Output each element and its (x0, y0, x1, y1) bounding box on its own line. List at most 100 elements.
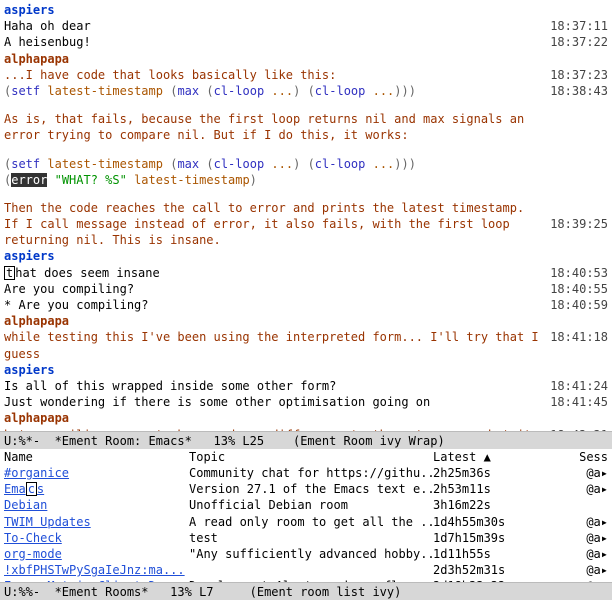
room-row[interactable]: DebianUnofficial Debian room3h16m22s (4, 497, 608, 513)
message-text: Then the code reaches the call to error … (4, 200, 548, 216)
room-row[interactable]: !xbfPHSTwPySgaIeJnz:ma... 2d3h52m31s@a▸ (4, 562, 608, 578)
chat-line: aspiers (4, 248, 608, 264)
modeline-rooms: U:%%- *Ement Rooms* 13% L7 (Ement room l… (0, 582, 612, 600)
room-row[interactable]: TWIM UpdatesA read only room to get all … (4, 514, 608, 530)
room-latest: 2d3h52m31s (433, 562, 578, 578)
nick-aspiers: aspiers (4, 363, 55, 377)
message-text: byte-compiling seems to have made no dif… (4, 427, 548, 432)
room-topic: Community chat for https://githu... (189, 465, 433, 481)
message-text: A heisenbug! (4, 34, 548, 50)
room-topic: A read only room to get all the ... (189, 514, 433, 530)
timestamp: 18:37:11 (548, 18, 608, 34)
chat-line: A heisenbug!18:37:22 (4, 34, 608, 50)
message-text: * Are you compiling? (4, 297, 548, 313)
col-header-latest[interactable]: Latest ▲ (433, 449, 578, 465)
chat-line: alphapapa (4, 313, 608, 329)
timestamp: 18:37:23 (548, 67, 608, 83)
nick-alphapapa: alphapapa (4, 314, 69, 328)
message-text: that does seem insane (4, 265, 548, 281)
room-latest: 3h16m22s (433, 497, 578, 513)
code-line: (setf latest-timestamp (max (cl-loop ...… (4, 156, 548, 172)
chat-line: alphapapa (4, 410, 608, 426)
room-name[interactable]: To-Check (4, 530, 189, 546)
timestamp: 18:41:24 (548, 378, 608, 394)
nick-alphapapa: alphapapa (4, 411, 69, 425)
col-header-sess[interactable]: Sess (578, 449, 608, 465)
nick-alphapapa: alphapapa (4, 52, 69, 66)
timestamp: 18:41:45 (548, 394, 608, 410)
room-latest: 2h53m11s (433, 481, 578, 497)
room-latest: 1d7h15m39s (433, 530, 578, 546)
room-topic: Unofficial Debian room (189, 497, 433, 513)
room-session: @a▸ (578, 530, 608, 546)
room-session: @a▸ (578, 562, 608, 578)
timestamp: 18:42:21 (548, 427, 608, 432)
code-line: (setf latest-timestamp (max (cl-loop ...… (4, 83, 548, 99)
chat-line: while testing this I've been using the i… (4, 329, 608, 361)
chat-line: alphapapa (4, 51, 608, 67)
room-name[interactable]: org-mode (4, 546, 189, 562)
col-header-name[interactable]: Name (4, 449, 189, 465)
room-topic: test (189, 530, 433, 546)
room-name[interactable]: #organice (4, 465, 189, 481)
timestamp: 18:39:25 (548, 216, 608, 232)
room-row[interactable]: #organiceCommunity chat for https://gith… (4, 465, 608, 481)
rooms-pane[interactable]: Name Topic Latest ▲ Sess #organiceCommun… (0, 449, 612, 583)
chat-line: byte-compiling seems to have made no dif… (4, 427, 608, 432)
room-topic: Version 27.1 of the Emacs text e... (189, 481, 433, 497)
message-text: Are you compiling? (4, 281, 548, 297)
room-name[interactable]: Emacs (4, 481, 189, 497)
chat-line: ...I have code that looks basically like… (4, 67, 608, 83)
room-latest: 2h25m36s (433, 465, 578, 481)
chat-line: Are you compiling?18:40:55 (4, 281, 608, 297)
cursor: t (4, 266, 15, 280)
chat-line: aspiers (4, 2, 608, 18)
message-text: while testing this I've been using the i… (4, 329, 548, 361)
chat-line: (error "WHAT? %S" latest-timestamp) (4, 172, 608, 188)
message-text: As is, that fails, because the first loo… (4, 111, 548, 143)
timestamp: 18:41:18 (548, 329, 608, 345)
chat-line: Just wondering if there is some other op… (4, 394, 608, 410)
room-latest: 1d4h55m30s (433, 514, 578, 530)
room-row[interactable]: To-Checktest1d7h15m39s@a▸ (4, 530, 608, 546)
room-session: @a▸ (578, 514, 608, 530)
timestamp: 18:38:43 (548, 83, 608, 99)
message-text: Just wondering if there is some other op… (4, 394, 548, 410)
chat-line: * Are you compiling?18:40:59 (4, 297, 608, 313)
room-name[interactable]: Debian (4, 497, 189, 513)
room-session: @a▸ (578, 465, 608, 481)
room-topic (189, 562, 433, 578)
message-text: ...I have code that looks basically like… (4, 67, 548, 83)
nick-aspiers: aspiers (4, 249, 55, 263)
room-session: @a▸ (578, 546, 608, 562)
chat-line: aspiers (4, 362, 608, 378)
timestamp: 18:40:55 (548, 281, 608, 297)
modeline-chat: U:%*- *Ement Room: Emacs* 13% L25 (Ement… (0, 431, 612, 449)
room-row[interactable]: EmacsVersion 27.1 of the Emacs text e...… (4, 481, 608, 497)
rooms-header: Name Topic Latest ▲ Sess (4, 449, 608, 465)
col-header-topic[interactable]: Topic (189, 449, 433, 465)
timestamp: 18:40:53 (548, 265, 608, 281)
code-line: (error "WHAT? %S" latest-timestamp) (4, 172, 548, 188)
room-name[interactable]: TWIM Updates (4, 514, 189, 530)
room-row[interactable]: org-mode"Any sufficiently advanced hobby… (4, 546, 608, 562)
chat-line: Is all of this wrapped inside some other… (4, 378, 608, 394)
message-text: Is all of this wrapped inside some other… (4, 378, 548, 394)
chat-pane[interactable]: aspiersHaha oh dear18:37:11A heisenbug!1… (0, 0, 612, 431)
timestamp: 18:40:59 (548, 297, 608, 313)
cursor: c (26, 482, 37, 496)
message-text: Haha oh dear (4, 18, 548, 34)
timestamp: 18:37:22 (548, 34, 608, 50)
room-session (578, 497, 608, 513)
room-latest: 1d11h55s (433, 546, 578, 562)
room-name[interactable]: !xbfPHSTwPySgaIeJnz:ma... (4, 562, 189, 578)
chat-line: that does seem insane18:40:53 (4, 265, 608, 281)
room-topic: "Any sufficiently advanced hobby... (189, 546, 433, 562)
message-text: If I call message instead of error, it a… (4, 216, 548, 248)
chat-line: As is, that fails, because the first loo… (4, 111, 608, 143)
chat-line: Haha oh dear18:37:11 (4, 18, 608, 34)
chat-line: Then the code reaches the call to error … (4, 200, 608, 216)
nick-aspiers: aspiers (4, 3, 55, 17)
room-session: @a▸ (578, 481, 608, 497)
chat-line: If I call message instead of error, it a… (4, 216, 608, 248)
